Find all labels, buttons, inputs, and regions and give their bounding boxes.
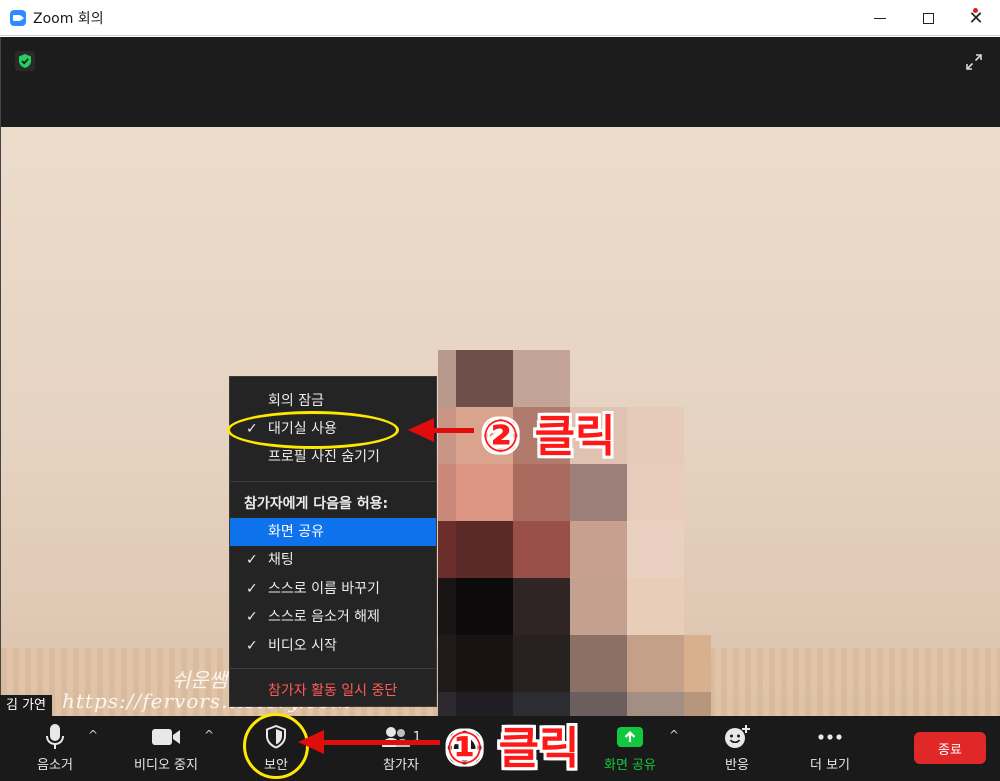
menu-item-label: 스스로 이름 바꾸기 xyxy=(268,581,380,597)
window-title: Zoom 회의 xyxy=(33,10,104,27)
share-options-caret[interactable]: ^ xyxy=(669,728,679,742)
check-icon: ✓ xyxy=(246,552,258,568)
encryption-shield-icon[interactable] xyxy=(15,51,35,71)
mute-options-caret[interactable]: ^ xyxy=(88,728,98,742)
stop-video-button[interactable]: 비디오 중지 xyxy=(126,716,206,781)
video-camera-icon xyxy=(151,723,181,751)
menu-item-label: 참가자 활동 일시 중단 xyxy=(268,683,398,699)
mute-button[interactable]: 음소거 xyxy=(22,716,88,781)
menu-item-share-screen[interactable]: 화면 공유 xyxy=(230,518,436,546)
stop-video-label: 비디오 중지 xyxy=(134,758,198,773)
menu-item-label: 스스로 음소거 해제 xyxy=(268,609,380,625)
share-screen-button[interactable]: 화면 공유 xyxy=(592,716,668,781)
people-icon: 1 xyxy=(381,723,421,751)
minimize-icon xyxy=(874,17,886,19)
reactions-button[interactable]: 반응 xyxy=(708,716,766,781)
microphone-icon xyxy=(45,723,65,751)
share-screen-label: 화면 공유 xyxy=(604,758,656,773)
menu-item-label: 비디오 시작 xyxy=(268,638,337,654)
more-label: 더 보기 xyxy=(809,758,850,773)
arrow-step2 xyxy=(432,428,474,433)
more-button[interactable]: 더 보기 xyxy=(796,716,864,781)
annotation-step1: ① 클릭 xyxy=(446,723,580,774)
menu-item-label: 회의 잠금 xyxy=(268,393,324,409)
expand-icon[interactable] xyxy=(963,51,985,73)
menu-item-unmute-themselves[interactable]: ✓ 스스로 음소거 해제 xyxy=(230,603,436,631)
menu-item-start-video[interactable]: ✓ 비디오 시작 xyxy=(230,632,436,660)
title-bar: Zoom 회의 ✕ xyxy=(0,0,1000,36)
menu-item-chat[interactable]: ✓ 채팅 xyxy=(230,546,436,574)
zoom-logo-icon xyxy=(10,9,26,26)
check-icon: ✓ xyxy=(246,581,258,597)
check-icon: ✓ xyxy=(246,638,258,654)
allow-participants-header: 참가자에게 다음을 허용: xyxy=(244,496,389,512)
annotation-step2: ② 클릭 xyxy=(482,411,616,462)
end-meeting-button[interactable]: 종료 xyxy=(914,732,986,764)
maximize-icon xyxy=(922,12,934,24)
menu-divider xyxy=(230,668,436,669)
video-options-caret[interactable]: ^ xyxy=(204,728,214,742)
menu-item-label: 화면 공유 xyxy=(268,524,324,540)
mute-label: 음소거 xyxy=(37,758,73,773)
arrow-head-step1 xyxy=(298,730,324,754)
menu-divider xyxy=(230,481,436,482)
share-screen-icon xyxy=(616,723,644,751)
notification-dot xyxy=(973,8,978,13)
close-button[interactable]: ✕ xyxy=(952,0,1000,36)
arrow-step1 xyxy=(322,740,440,745)
window-controls: ✕ xyxy=(856,0,1000,36)
arrow-head-step2 xyxy=(408,418,434,442)
highlight-ellipse-waiting-room xyxy=(227,411,399,449)
minimize-button[interactable] xyxy=(856,0,904,36)
ellipsis-icon xyxy=(817,723,843,751)
participants-label: 참가자 xyxy=(383,758,419,773)
top-strip xyxy=(1,37,1000,127)
menu-item-label: 프로필 사진 숨기기 xyxy=(268,449,380,465)
participants-button[interactable]: 1 참가자 xyxy=(370,716,432,781)
menu-item-suspend-activities[interactable]: 참가자 활동 일시 중단 xyxy=(230,677,436,705)
participant-name-tag: 김 가연 xyxy=(0,695,53,717)
reactions-label: 반응 xyxy=(725,758,749,773)
menu-item-rename-themselves[interactable]: ✓ 스스로 이름 바꾸기 xyxy=(230,575,436,603)
menu-item-label: 채팅 xyxy=(268,552,294,568)
check-icon: ✓ xyxy=(246,609,258,625)
maximize-button[interactable] xyxy=(904,0,952,36)
smiley-plus-icon xyxy=(723,723,751,751)
